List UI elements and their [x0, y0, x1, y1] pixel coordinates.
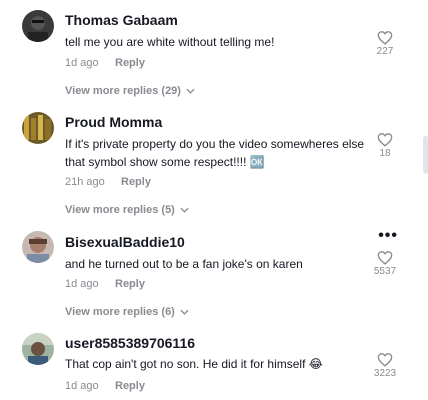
like-button[interactable]: 5537 [370, 250, 400, 277]
avatar[interactable] [22, 231, 54, 263]
more-options-icon[interactable]: ••• [378, 228, 398, 244]
view-more-replies[interactable]: View more replies (5) [65, 204, 189, 216]
view-more-replies[interactable]: View more replies (6) [65, 306, 189, 318]
like-button[interactable]: 227 [370, 30, 400, 57]
comment-text: If it's private property do you the vide… [65, 137, 365, 169]
like-count: 227 [376, 46, 394, 57]
comment-time: 21h ago [65, 176, 105, 188]
heart-outline-icon [377, 251, 393, 265]
comment-text: That cop ain't got no son. He did it for… [65, 357, 323, 371]
reply-button[interactable]: Reply [115, 278, 145, 290]
comment-item: BisexualBaddie10 ••• and he turned out t… [0, 228, 428, 330]
comment-meta: 1d ago Reply [65, 380, 145, 392]
reply-button[interactable]: Reply [121, 176, 151, 188]
chevron-down-icon [180, 309, 189, 315]
avatar[interactable] [22, 333, 54, 365]
view-more-label: View more replies (5) [65, 204, 175, 216]
comment-username[interactable]: Proud Momma [65, 114, 162, 130]
chevron-down-icon [186, 88, 195, 94]
avatar[interactable] [22, 112, 54, 144]
comment-time: 1d ago [65, 278, 99, 290]
view-more-label: View more replies (29) [65, 85, 181, 97]
comment-username[interactable]: Thomas Gabaam [65, 12, 178, 28]
comment-item: Thomas Gabaam tell me you are white with… [0, 0, 428, 108]
reply-button[interactable]: Reply [115, 57, 145, 69]
comment-username[interactable]: user8585389706116 [65, 335, 195, 351]
comment-text: and he turned out to be a fan joke's on … [65, 257, 303, 271]
like-count: 3223 [373, 368, 397, 379]
comment-username[interactable]: BisexualBaddie10 [65, 234, 185, 250]
comment-time: 1d ago [65, 57, 99, 69]
like-count: 5537 [373, 266, 397, 277]
avatar[interactable] [22, 10, 54, 42]
heart-outline-icon [377, 31, 393, 45]
comment-text: tell me you are white without telling me… [65, 35, 275, 49]
heart-outline-icon [377, 133, 393, 147]
scrollbar[interactable] [423, 136, 428, 174]
like-button[interactable]: 18 [370, 132, 400, 159]
comment-time: 1d ago [65, 380, 99, 392]
comment-meta: 1d ago Reply [65, 278, 145, 290]
view-more-replies[interactable]: View more replies (29) [65, 85, 195, 97]
comment-item: user8585389706116 That cop ain't got no … [0, 330, 428, 400]
comment-item: Proud Momma If it's private property do … [0, 108, 428, 228]
view-more-label: View more replies (6) [65, 306, 175, 318]
comment-meta: 21h ago Reply [65, 176, 151, 188]
heart-outline-icon [377, 353, 393, 367]
like-count: 18 [379, 148, 391, 159]
comment-meta: 1d ago Reply [65, 57, 145, 69]
like-button[interactable]: 3223 [370, 352, 400, 379]
reply-button[interactable]: Reply [115, 380, 145, 392]
chevron-down-icon [180, 207, 189, 213]
